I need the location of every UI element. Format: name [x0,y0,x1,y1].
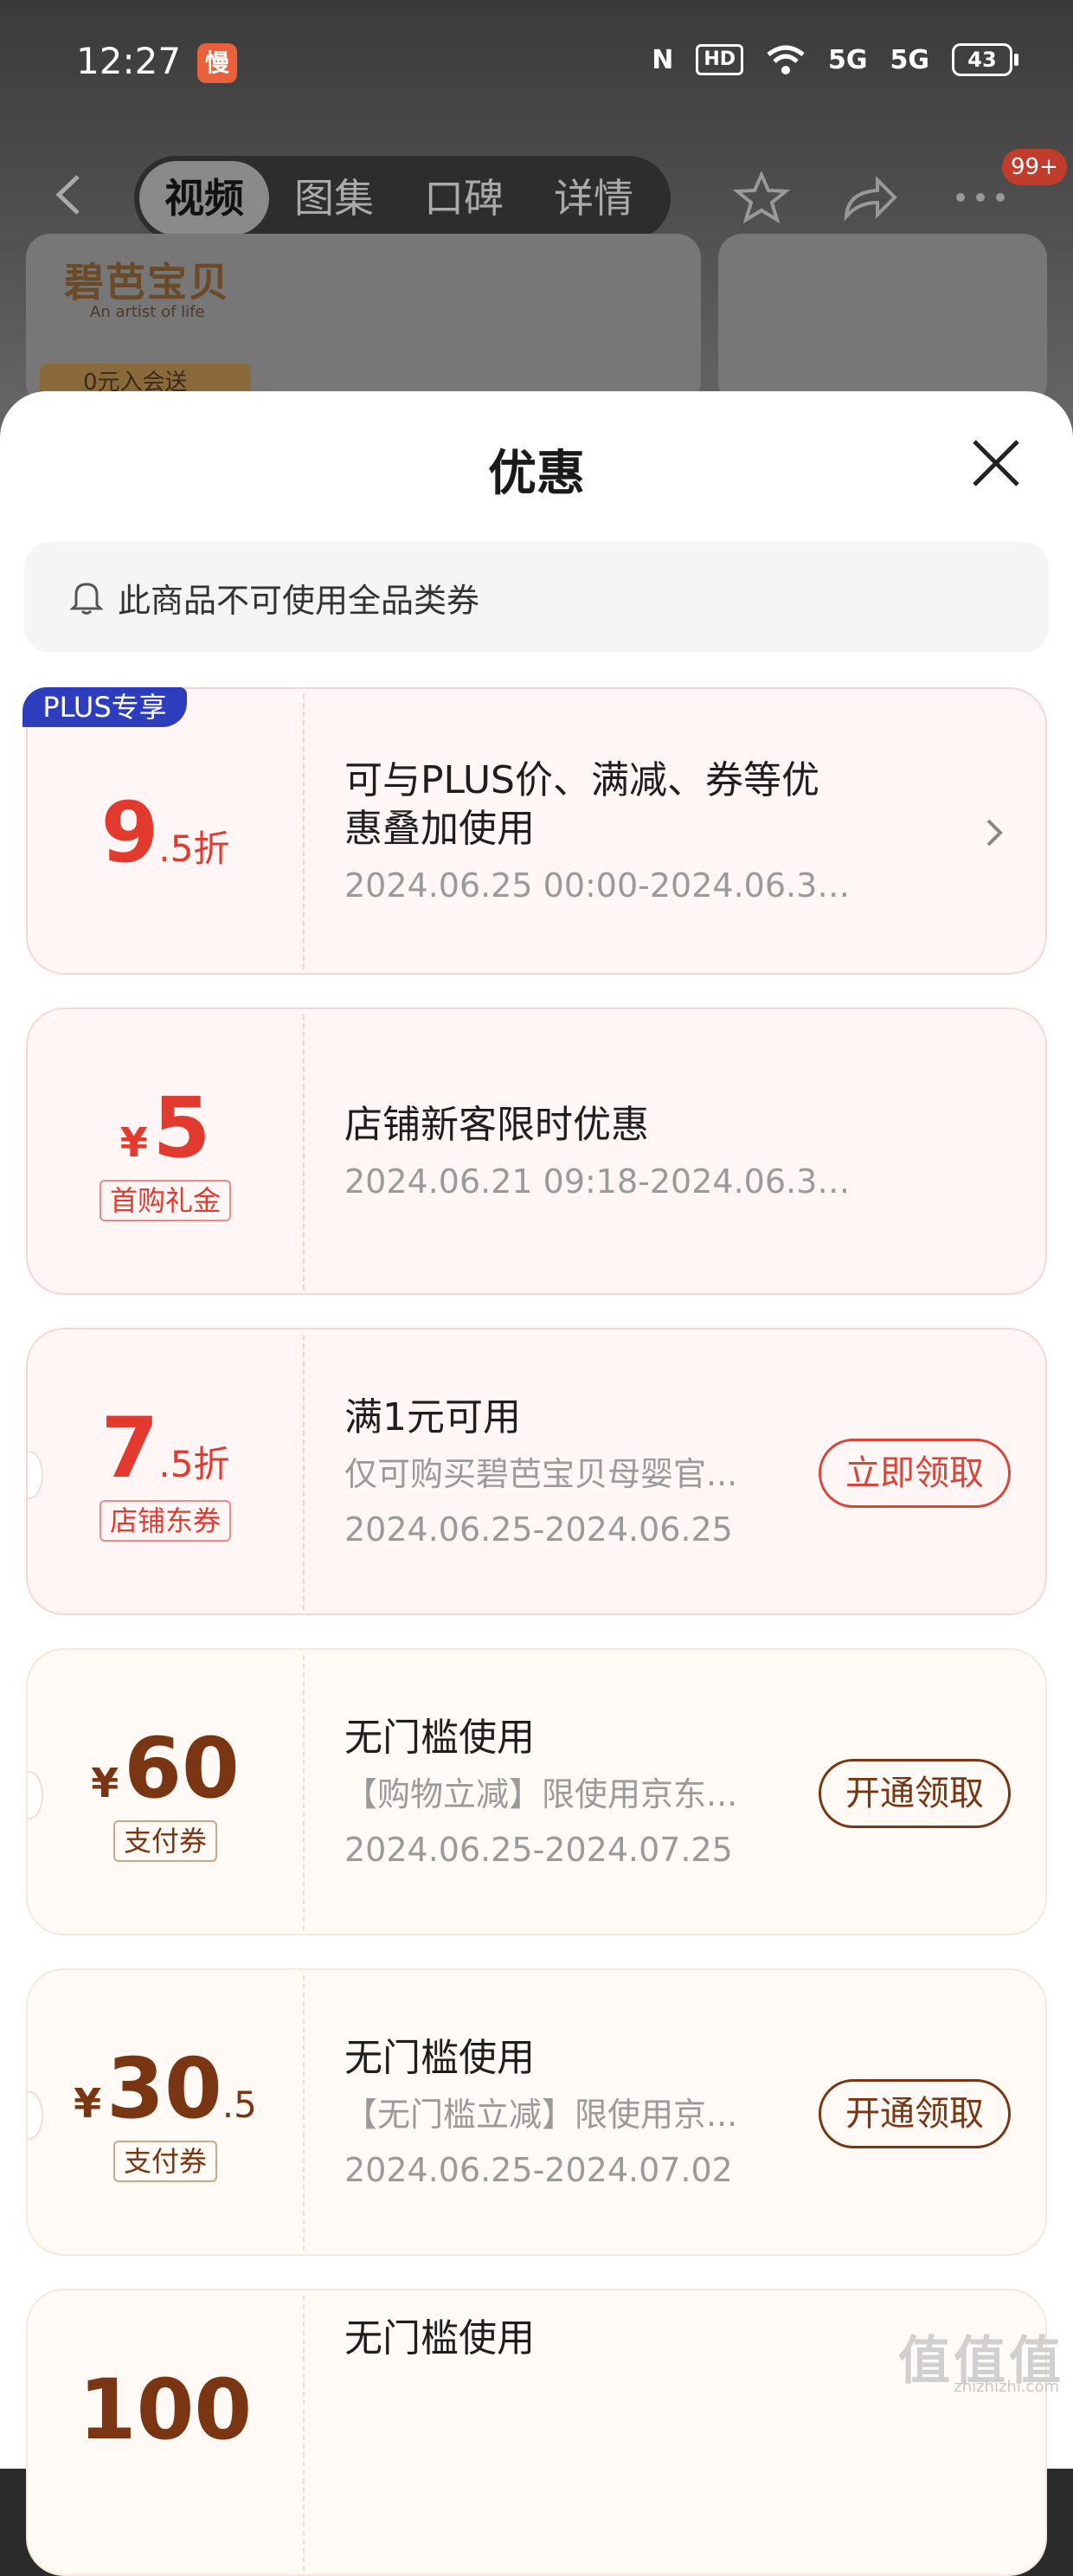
activate-claim-button[interactable]: 开通领取 [819,2079,1011,2148]
coupon-value-main: 30 [106,2040,222,2137]
coupon-value-sub: .5折 [158,1443,230,1485]
wifi-icon [767,45,805,74]
coupon-date: 2024.06.25-2024.06.25 [344,1510,733,1549]
currency-symbol: ¥ [119,1119,148,1166]
coupon-card-payment[interactable]: 100 无门槛使用 [26,2289,1047,2576]
coupon-card[interactable]: ¥ 5 首购礼金 店铺新客限时优惠 2024.06.21 09:18-2024.… [26,1008,1047,1295]
more-icon[interactable] [950,171,1011,223]
coupon-title: 满1元可用 [344,1395,521,1439]
sheet-title: 优惠 [488,446,585,502]
battery-icon: 43 [952,43,1018,76]
app-notification-icon: 慢 [197,43,237,83]
top-nav: 视频 图集 口碑 详情 [0,147,1073,242]
signal-icon-2: 5G [890,44,930,75]
coupon-desc: 【无门槛立减】限使用京... [344,2096,738,2134]
coupon-divider [303,694,305,969]
brand-slogan: An artist of life [90,303,205,321]
coupon-divider [303,1655,305,1930]
coupon-info: 店铺新客限时优惠 2024.06.21 09:18-2024.06.30 23:… [344,1009,993,1293]
tab-bar: 视频 图集 口碑 详情 [134,156,671,241]
coupon-desc: 仅可购买碧芭宝贝母婴官... [344,1455,738,1493]
coupon-value-main: 9 [100,784,159,881]
coupon-value-sub: .5折 [158,828,230,870]
bell-icon [69,583,104,615]
plus-exclusive-badge: PLUS专享 [22,687,187,727]
coupon-value-main: 60 [124,1720,240,1817]
tab-details[interactable]: 详情 [529,161,659,235]
coupon-divider [303,1014,305,1290]
back-icon[interactable] [52,173,87,216]
coupon-value-main: 7 [100,1400,159,1497]
coupon-card-plus[interactable]: 9 .5折 可与PLUS价、满减、券等优惠叠加使用 2024.06.25 00:… [26,687,1047,975]
coupon-desc: 【购物立减】限使用京东... [344,1775,738,1813]
coupon-notice: 此商品不可使用全品类券 [24,542,1049,653]
tab-video[interactable]: 视频 [139,161,269,235]
coupon-value: ¥ 30 .5 支付券 [28,1970,303,2254]
coupon-title: 店铺新客限时优惠 [344,1103,649,1147]
close-icon[interactable] [969,436,1023,490]
coupon-type-tag: 店铺东券 [99,1500,231,1542]
coupon-card[interactable]: 7 .5折 店铺东券 满1元可用 仅可购买碧芭宝贝母婴官... 2024.06.… [26,1328,1047,1615]
nfc-icon: N [652,44,674,75]
coupon-divider [303,1975,305,2251]
coupon-title: 无门槛使用 [344,2316,535,2360]
status-icons: N HD 5G 5G 43 [652,43,1018,76]
coupon-value: 100 [28,2290,303,2574]
star-icon[interactable] [731,171,792,223]
coupon-card-payment[interactable]: ¥ 30 .5 支付券 无门槛使用 【无门槛立减】限使用京... 2024.06… [26,1968,1047,2256]
share-icon[interactable] [839,171,900,223]
coupon-value: ¥ 5 首购礼金 [28,1009,303,1293]
status-time: 12:27 [76,40,182,82]
coupon-date: 2024.06.21 09:18-2024.06.30 23:59 [344,1162,864,1201]
coupon-info: 可与PLUS价、满减、券等优惠叠加使用 2024.06.25 00:00-202… [344,689,993,973]
tab-gallery[interactable]: 图集 [269,161,399,235]
currency-symbol: ¥ [91,1760,119,1806]
message-count-badge: 99+ [1002,149,1067,185]
chevron-right-icon[interactable] [981,817,1007,848]
brand-logo: 碧芭宝贝 [64,259,230,306]
coupon-divider [303,1335,305,1610]
coupon-value-main: 100 [78,2361,253,2458]
coupon-value: ¥ 60 支付券 [28,1650,303,1934]
claim-button[interactable]: 立即领取 [819,1439,1011,1508]
background-page: 12:27 慢 N HD 5G 5G 43 视频 图集 口碑 详情 99+ 碧芭… [0,0,1073,450]
watermark-url: zhizhizhi.com [954,2378,1059,2396]
coupon-date: 2024.06.25-2024.07.02 [344,2151,733,2189]
currency-symbol: ¥ [74,2080,102,2127]
hd-icon: HD [696,44,743,75]
coupon-title: 可与PLUS价、满减、券等优惠叠加使用 [344,758,819,851]
coupon-value: 9 .5折 [28,689,303,973]
coupon-type-tag: 支付券 [112,1820,217,1862]
coupon-value-sub: .5 [222,2083,257,2126]
status-bar: 12:27 慢 N HD 5G 5G 43 [0,0,1073,130]
notice-text: 此商品不可使用全品类券 [118,581,480,620]
coupon-card-payment[interactable]: ¥ 60 支付券 无门槛使用 【购物立减】限使用京东... 2024.06.25… [26,1648,1047,1935]
coupon-title: 无门槛使用 [344,1716,535,1760]
coupon-value: 7 .5折 店铺东券 [28,1330,303,1613]
coupon-date: 2024.06.25-2024.07.25 [344,1831,733,1869]
coupon-info: 无门槛使用 [344,2290,993,2574]
signal-icon-1: 5G [828,44,868,75]
tab-reviews[interactable]: 口碑 [399,161,529,235]
background-product-card [718,234,1047,407]
coupon-date: 2024.06.25 00:00-2024.06.30 ... [344,866,864,905]
coupon-title: 无门槛使用 [344,2036,535,2080]
coupon-value-main: 5 [152,1079,211,1176]
coupon-type-tag: 首购礼金 [99,1180,231,1221]
coupon-type-tag: 支付券 [112,2141,217,2182]
activate-claim-button[interactable]: 开通领取 [819,1759,1011,1828]
coupon-divider [303,2296,305,2571]
